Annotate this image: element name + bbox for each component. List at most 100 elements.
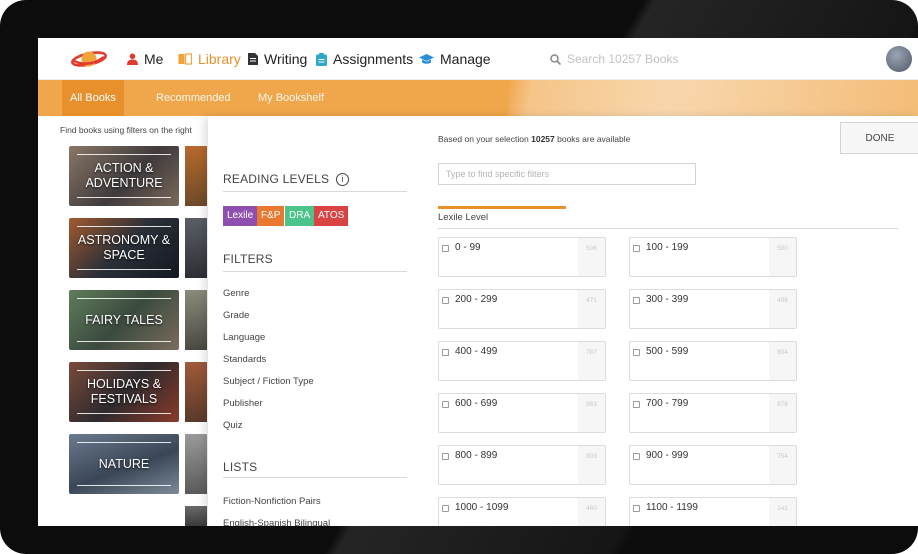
filter-genre[interactable]: Genre [223,288,249,299]
lexile-range-option[interactable]: 1000 - 1099 460 [438,497,606,526]
tab-all-books[interactable]: All Books [62,80,124,116]
range-checkbox[interactable] [442,505,449,512]
reading-level-atos[interactable]: ATOS [314,206,349,226]
book-open-icon [178,53,192,65]
category-thumbnail [185,434,207,494]
list-fiction-nonfiction-pairs[interactable]: Fiction-Nonfiction Pairs [223,496,321,507]
tab-my-bookshelf[interactable]: My Bookshelf [250,80,332,116]
filter-search-input[interactable]: Type to find specific filters [438,163,696,185]
range-checkbox[interactable] [633,505,640,512]
range-label: 700 - 799 [646,398,689,409]
chip-label: F&P [261,210,281,221]
category-label: FAIRY TALES [85,312,163,327]
range-count: 787 [578,342,605,380]
chip-label: ATOS [318,210,345,221]
lexile-range-option[interactable]: 200 - 299 471 [438,289,606,329]
range-checkbox[interactable] [633,349,640,356]
range-checkbox[interactable] [442,297,449,304]
category-nature[interactable]: NATURE [69,434,179,494]
filter-language[interactable]: Language [223,332,265,343]
lexile-range-option[interactable]: 900 - 999 754 [629,445,797,485]
reading-level-dra[interactable]: DRA [285,206,315,226]
planet-logo-icon[interactable] [71,48,107,70]
range-label: 400 - 499 [455,346,498,357]
nav-me[interactable]: Me [127,50,163,68]
nav-assignments[interactable]: Assignments [316,50,413,68]
user-avatar[interactable] [886,46,912,72]
range-checkbox[interactable] [442,349,449,356]
lexile-range-option[interactable]: 100 - 199 500 [629,237,797,277]
category-thumbnail [185,506,207,526]
tab-lexile-level[interactable]: Lexile Level [438,212,488,223]
range-count: 506 [578,238,605,276]
info-icon[interactable]: i [336,172,350,186]
range-label: 500 - 599 [646,346,689,357]
list-english-spanish-bilingual[interactable]: English-Spanish Bilingual [223,518,330,526]
tab-recommended[interactable]: Recommended [148,80,239,116]
range-count: 878 [769,394,796,432]
range-label: 0 - 99 [455,242,481,253]
range-label: 1100 - 1199 [646,502,698,513]
category-thumbnail [185,146,207,206]
filter-publisher[interactable]: Publisher [223,398,263,409]
range-checkbox[interactable] [442,245,449,252]
range-checkbox[interactable] [633,245,640,252]
reading-level-lexile[interactable]: Lexile [223,206,258,226]
person-icon [127,53,138,65]
reading-level-fp[interactable]: F&P [257,206,285,226]
divider [223,191,407,192]
active-tab-indicator [438,206,566,209]
document-icon [248,53,258,65]
range-count: 963 [578,394,605,432]
range-count: 471 [578,290,605,328]
nav-me-label: Me [144,51,164,67]
range-checkbox[interactable] [633,453,640,460]
category-thumbnail [185,362,207,422]
category-action-adventure[interactable]: ACTION & ADVENTURE [69,146,179,206]
category-holidays-festivals[interactable]: HOLIDAYS & FESTIVALS [69,362,179,422]
category-fairy-tales[interactable]: FAIRY TALES [69,290,179,350]
nav-library[interactable]: Library [178,50,241,68]
book-search-input[interactable]: Search 10257 Books [550,50,850,68]
filter-subject-fiction-type[interactable]: Subject / Fiction Type [223,376,314,387]
nav-manage[interactable]: Manage [419,50,491,68]
range-checkbox[interactable] [442,401,449,408]
lexile-range-option[interactable]: 700 - 799 878 [629,393,797,433]
lexile-range-option[interactable]: 800 - 899 803 [438,445,606,485]
range-label: 900 - 999 [646,450,689,461]
selection-prefix: Based on your selection [438,134,529,144]
lexile-range-option[interactable]: 600 - 699 963 [438,393,606,433]
range-label: 200 - 299 [455,294,498,305]
top-navigation: Me Library Writing Assignments Manage Se… [38,38,918,80]
selection-count: 10257 [531,134,555,144]
range-checkbox[interactable] [442,453,449,460]
nav-library-label: Library [198,51,241,67]
app-screen: Me Library Writing Assignments Manage Se… [38,38,918,526]
range-checkbox[interactable] [633,401,640,408]
reading-levels-heading: READING LEVELS i [223,172,350,186]
lexile-range-option[interactable]: 1100 - 1199 141 [629,497,797,526]
divider [223,477,407,478]
category-thumbnail [185,218,207,278]
category-label: HOLIDAYS & FESTIVALS [86,377,162,406]
lexile-range-option[interactable]: 300 - 399 496 [629,289,797,329]
filter-quiz[interactable]: Quiz [223,420,243,431]
divider [438,228,898,229]
lexile-range-option[interactable]: 500 - 599 804 [629,341,797,381]
reading-levels-title: READING LEVELS [223,172,330,186]
lexile-range-option[interactable]: 400 - 499 787 [438,341,606,381]
filter-grade[interactable]: Grade [223,310,249,321]
nav-writing[interactable]: Writing [248,50,307,68]
done-button[interactable]: DONE [840,122,918,154]
lexile-range-option[interactable]: 0 - 99 506 [438,237,606,277]
category-label: ACTION & ADVENTURE [85,161,163,190]
range-count: 460 [578,498,605,526]
graduation-cap-icon [419,53,434,64]
subnav-glare [508,80,918,116]
range-checkbox[interactable] [633,297,640,304]
filter-standards[interactable]: Standards [223,354,266,365]
category-astronomy-space[interactable]: ASTRONOMY & SPACE [69,218,179,278]
filters-title: FILTERS [223,252,273,266]
selection-summary: Based on your selection 10257 books are … [438,134,630,144]
range-label: 100 - 199 [646,242,689,253]
